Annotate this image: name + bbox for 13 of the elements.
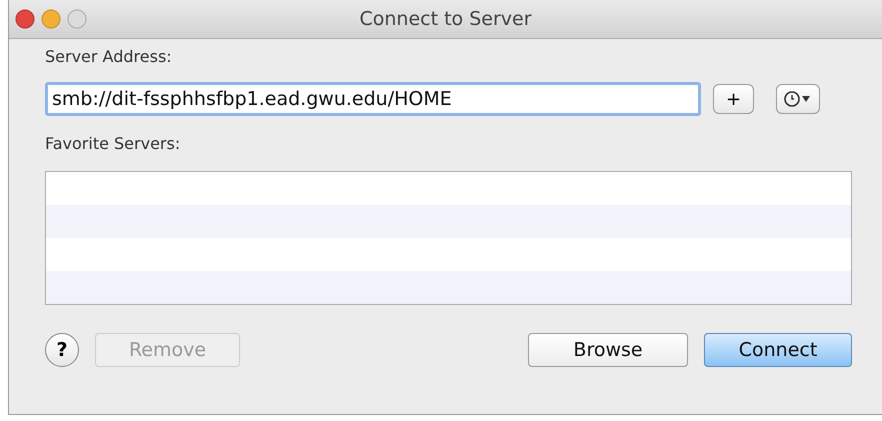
favorite-servers-label: Favorite Servers: — [45, 134, 182, 153]
browse-button[interactable]: Browse — [528, 333, 688, 367]
close-icon[interactable] — [15, 9, 35, 29]
minimize-icon[interactable] — [41, 9, 61, 29]
server-address-field[interactable]: smb://dit-fssphhsfbp1.ead.gwu.edu/HOME — [45, 82, 701, 116]
window-title: Connect to Server — [359, 8, 532, 30]
zoom-icon[interactable] — [67, 9, 87, 29]
add-button[interactable]: + — [713, 84, 754, 114]
server-address-label: Server Address: — [45, 47, 173, 66]
help-button[interactable]: ? — [45, 333, 79, 367]
favorite-servers-list[interactable] — [45, 171, 852, 305]
connect-button[interactable]: Connect — [704, 333, 852, 367]
recent-servers-button[interactable] — [776, 84, 820, 114]
